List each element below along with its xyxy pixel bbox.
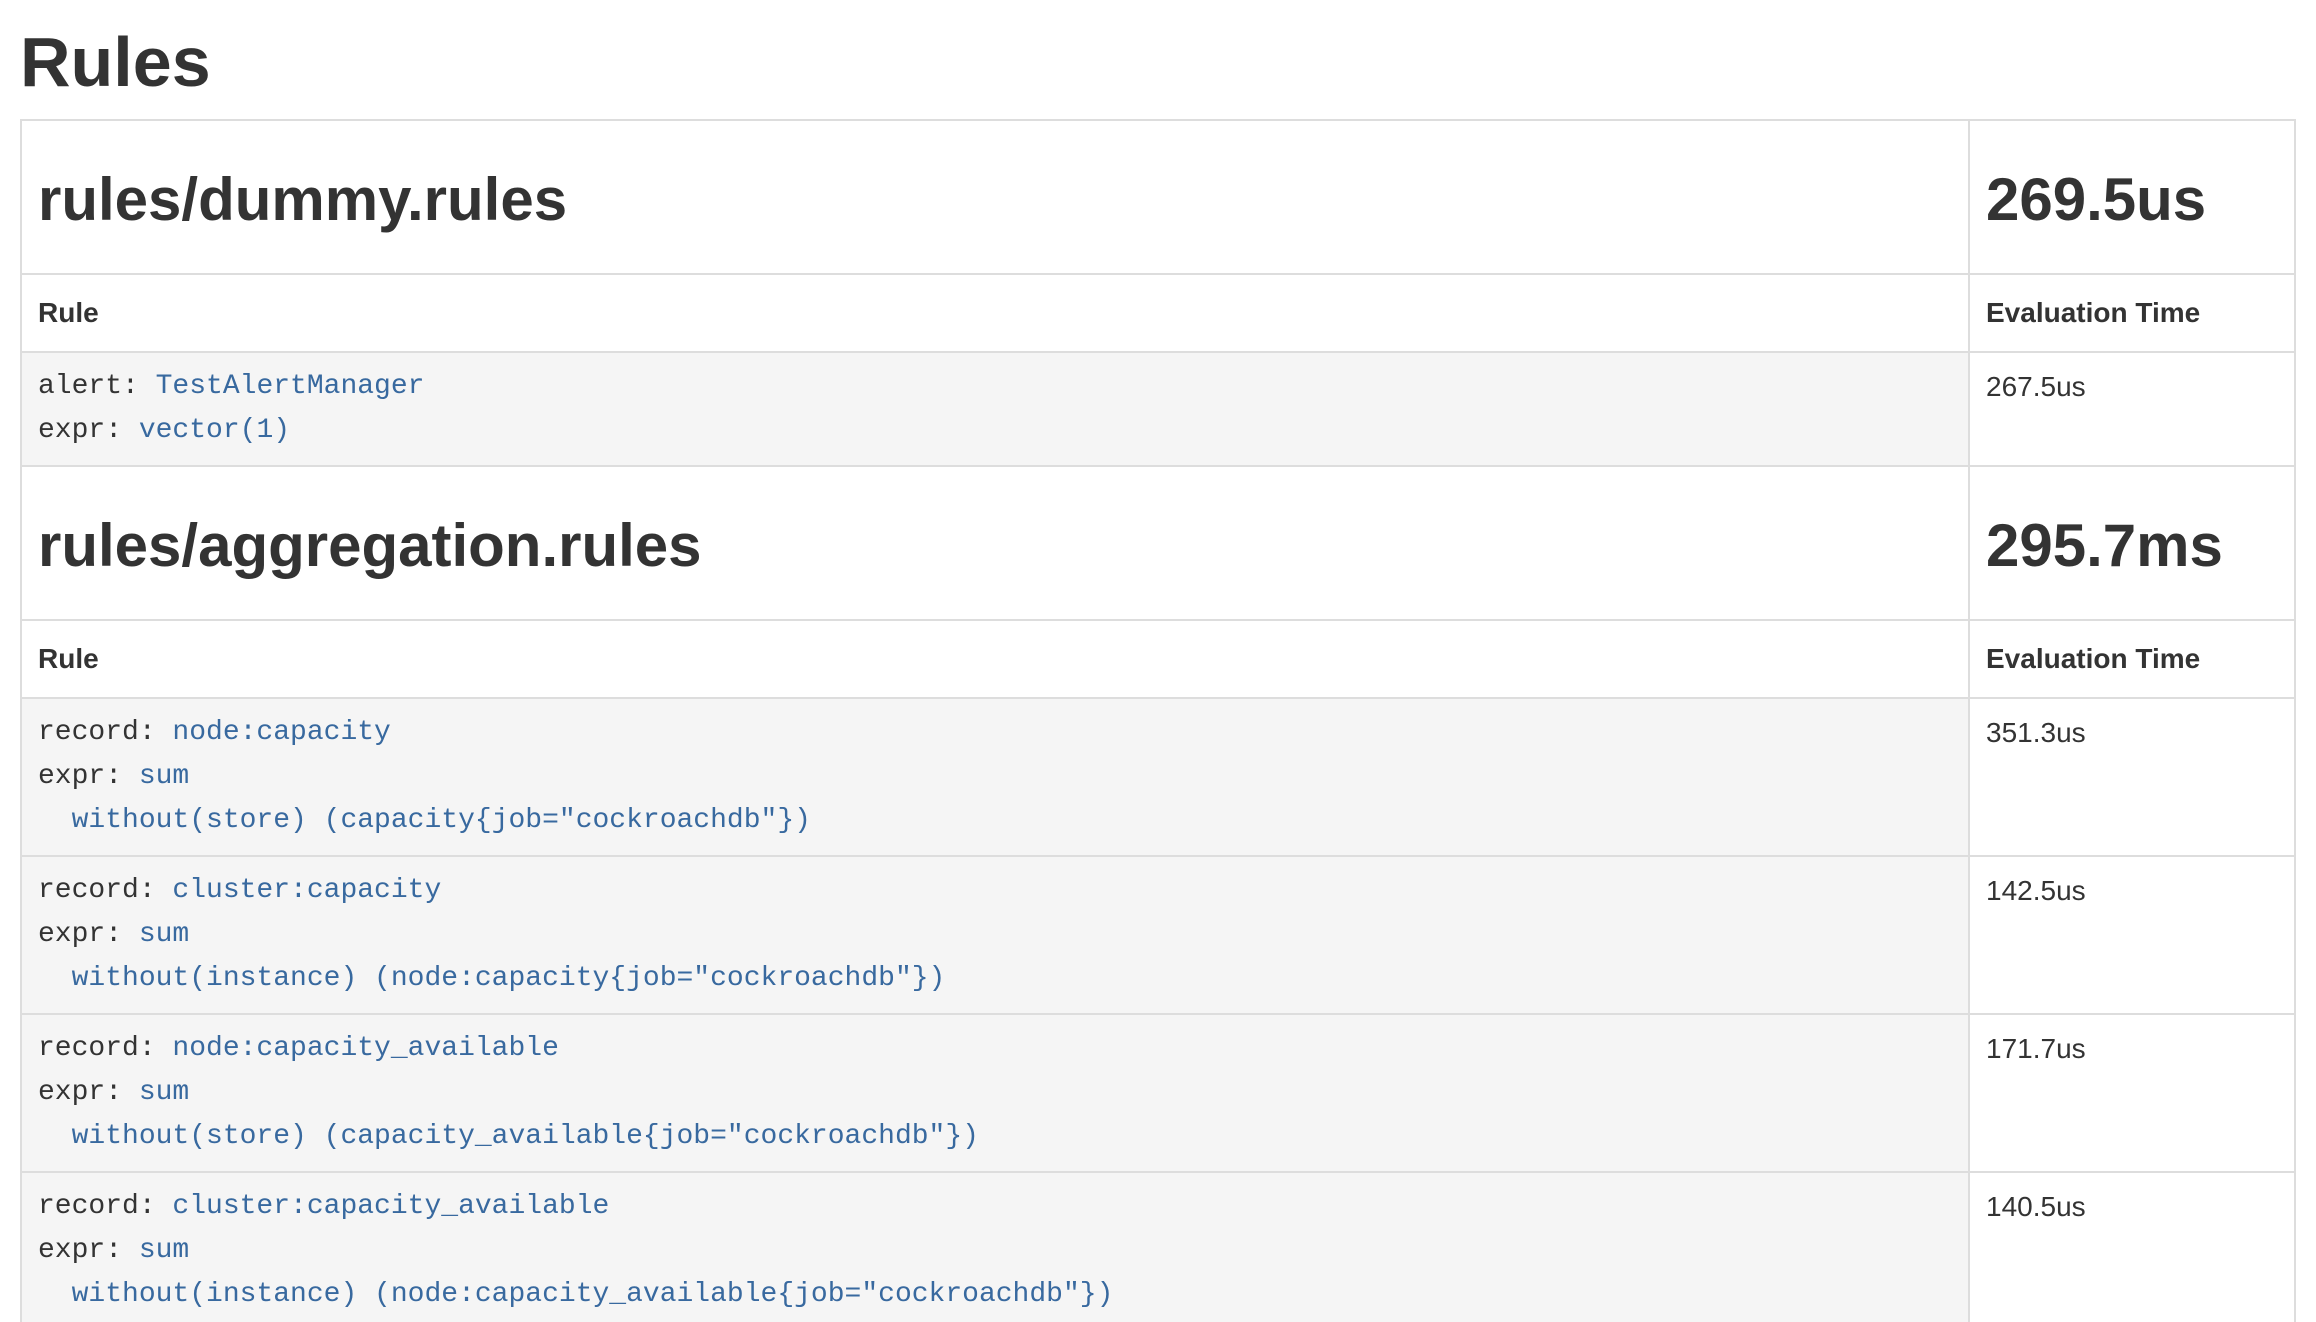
group-name-cell: rules/aggregation.rules — [21, 466, 1969, 620]
rule-expr-link[interactable]: without(store) (capacity{job="cockroachd… — [38, 805, 811, 836]
rule-name-link[interactable]: node:capacity_available — [172, 1033, 558, 1064]
rule-column-header: Rule — [21, 620, 1969, 698]
rule-line: expr: sum — [38, 1229, 1952, 1273]
rule-column-header: Rule — [21, 274, 1969, 352]
rule-keyword: expr: — [38, 415, 139, 446]
rule-name-link[interactable]: cluster:capacity — [172, 875, 441, 906]
rule-keyword: expr: — [38, 1077, 139, 1108]
rules-page: Rules rules/dummy.rules 269.5us Rule Eva… — [0, 24, 2316, 1322]
rule-row: record: cluster:capacity_available expr:… — [21, 1172, 2295, 1322]
group-header-row: rules/aggregation.rules 295.7ms — [21, 466, 2295, 620]
rule-line: alert: TestAlertManager — [38, 365, 1952, 409]
rule-name-link[interactable]: TestAlertManager — [156, 371, 425, 402]
column-header-row: Rule Evaluation Time — [21, 274, 2295, 352]
group-name-cell: rules/dummy.rules — [21, 120, 1969, 274]
evaluation-time-column-header: Evaluation Time — [1969, 620, 2295, 698]
evaluation-time-column-header: Evaluation Time — [1969, 274, 2295, 352]
rule-keyword: record: — [38, 875, 172, 906]
rule-evaluation-time: 142.5us — [1969, 856, 2295, 1014]
group-header-row: rules/dummy.rules 269.5us — [21, 120, 2295, 274]
group-total-time-cell: 295.7ms — [1969, 466, 2295, 620]
page-title: Rules — [20, 24, 2296, 101]
rule-name-link[interactable]: cluster:capacity_available — [172, 1191, 609, 1222]
rule-row: record: node:capacity expr: sum without(… — [21, 698, 2295, 856]
rule-expr-link[interactable]: without(instance) (node:capacity_availab… — [38, 1279, 1113, 1310]
rule-line: without(store) (capacity{job="cockroachd… — [38, 799, 1952, 843]
rule-evaluation-time: 267.5us — [1969, 352, 2295, 466]
rule-row: alert: TestAlertManager expr: vector(1) … — [21, 352, 2295, 466]
rules-table: rules/dummy.rules 269.5us Rule Evaluatio… — [20, 119, 2296, 1322]
rule-line: expr: sum — [38, 913, 1952, 957]
rule-expr-link[interactable]: without(instance) (node:capacity{job="co… — [38, 963, 945, 994]
rule-line: without(store) (capacity_available{job="… — [38, 1115, 1952, 1159]
group-total-time-cell: 269.5us — [1969, 120, 2295, 274]
column-header-row: Rule Evaluation Time — [21, 620, 2295, 698]
rule-expr-link[interactable]: vector(1) — [139, 415, 290, 446]
group-name: rules/aggregation.rules — [38, 513, 1952, 579]
rule-keyword: record: — [38, 1191, 172, 1222]
rule-keyword: expr: — [38, 761, 139, 792]
rule-expr-link[interactable]: sum — [139, 761, 189, 792]
rule-evaluation-time: 171.7us — [1969, 1014, 2295, 1172]
rule-row: record: cluster:capacity expr: sum witho… — [21, 856, 2295, 1014]
rule-line: expr: sum — [38, 1071, 1952, 1115]
rule-line: record: cluster:capacity — [38, 869, 1952, 913]
rule-line: without(instance) (node:capacity{job="co… — [38, 957, 1952, 1001]
rule-keyword: record: — [38, 1033, 172, 1064]
rule-keyword: expr: — [38, 919, 139, 950]
rule-row: record: node:capacity_available expr: su… — [21, 1014, 2295, 1172]
rule-definition-cell: alert: TestAlertManager expr: vector(1) — [21, 352, 1969, 466]
rule-line: expr: vector(1) — [38, 409, 1952, 453]
rule-expr-link[interactable]: sum — [139, 1235, 189, 1266]
rule-line: record: cluster:capacity_available — [38, 1185, 1952, 1229]
rule-line: record: node:capacity — [38, 711, 1952, 755]
rule-name-link[interactable]: node:capacity — [172, 717, 390, 748]
rule-expr-link[interactable]: sum — [139, 919, 189, 950]
rule-definition-cell: record: cluster:capacity expr: sum witho… — [21, 856, 1969, 1014]
rule-expr-link[interactable]: without(store) (capacity_available{job="… — [38, 1121, 979, 1152]
group-name: rules/dummy.rules — [38, 167, 1952, 233]
rule-keyword: record: — [38, 717, 172, 748]
rule-evaluation-time: 140.5us — [1969, 1172, 2295, 1322]
rule-definition-cell: record: cluster:capacity_available expr:… — [21, 1172, 1969, 1322]
rule-line: without(instance) (node:capacity_availab… — [38, 1273, 1952, 1317]
group-total-evaluation-time: 295.7ms — [1986, 513, 2278, 579]
rule-keyword: alert: — [38, 371, 156, 402]
rule-keyword: expr: — [38, 1235, 139, 1266]
group-total-evaluation-time: 269.5us — [1986, 167, 2278, 233]
rule-definition-cell: record: node:capacity expr: sum without(… — [21, 698, 1969, 856]
rule-line: record: node:capacity_available — [38, 1027, 1952, 1071]
rule-expr-link[interactable]: sum — [139, 1077, 189, 1108]
rule-evaluation-time: 351.3us — [1969, 698, 2295, 856]
rule-definition-cell: record: node:capacity_available expr: su… — [21, 1014, 1969, 1172]
rule-line: expr: sum — [38, 755, 1952, 799]
